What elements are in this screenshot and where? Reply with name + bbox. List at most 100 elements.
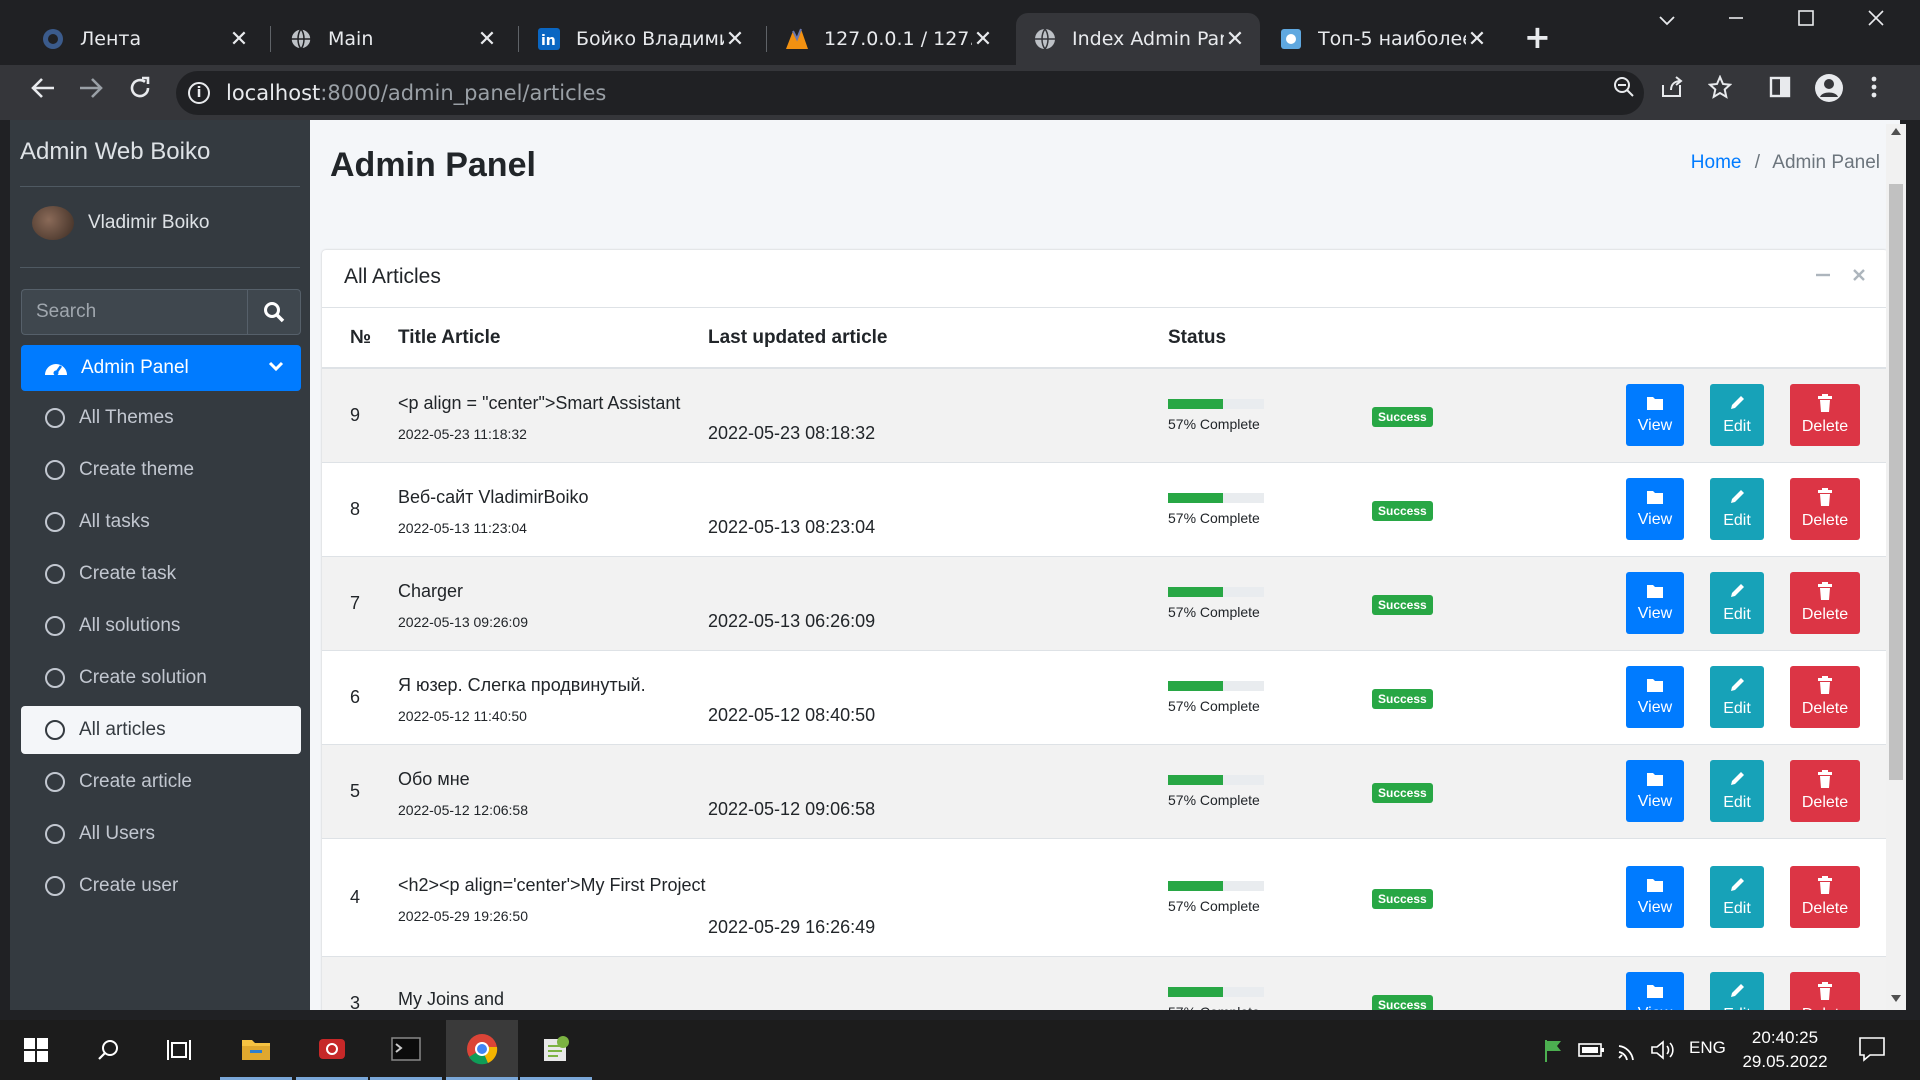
search-input[interactable] [21,289,247,335]
sidebar-item-admin-panel[interactable]: Admin Panel [21,345,301,391]
scrollbar-thumb[interactable] [1889,184,1903,780]
view-button[interactable]: View [1626,384,1684,447]
breadcrumb-home-link[interactable]: Home [1691,152,1742,173]
edit-button[interactable]: Edit [1710,666,1764,728]
remove-button[interactable] [1850,264,1868,289]
edit-button[interactable]: Edit [1710,760,1764,822]
address-bar[interactable]: i localhost:8000/admin_panel/articles [176,71,1644,115]
zoom-icon[interactable] [1612,75,1636,105]
profile-icon[interactable] [1814,73,1844,109]
tab-search-icon[interactable] [1658,10,1676,35]
share-icon[interactable] [1660,75,1684,105]
delete-button[interactable]: Delete [1790,384,1860,447]
view-button[interactable]: View [1626,972,1684,1010]
tab-top5[interactable]: Топ-5 наиболее п ✕ [1262,13,1502,65]
edit-button[interactable]: Edit [1710,478,1764,540]
view-button[interactable]: View [1626,760,1684,822]
sidebar-item-create-task[interactable]: Create task [21,550,301,598]
delete-button[interactable]: Delete [1790,572,1860,634]
article-title: My Joins and [398,988,505,1009]
linkedin-icon: in [536,26,562,52]
notifications-icon[interactable] [1858,1036,1886,1066]
more-menu-icon[interactable] [1868,75,1880,105]
view-button[interactable]: View [1626,666,1684,728]
delete-button[interactable]: Delete [1790,666,1860,728]
minimize-button[interactable] [1727,8,1745,34]
card-title: All Articles [344,265,441,288]
file-explorer-icon[interactable] [220,1020,292,1080]
notepad-plus-icon[interactable] [520,1020,592,1080]
info-icon[interactable]: i [188,82,210,104]
delete-button[interactable]: Delete [1790,760,1860,822]
view-button[interactable]: View [1626,866,1684,928]
new-tab-button[interactable]: + [1524,21,1551,53]
sidebar-item-all-solutions[interactable]: All solutions [21,602,301,650]
close-icon[interactable]: ✕ [724,27,746,52]
collapse-button[interactable] [1814,264,1832,289]
close-icon[interactable]: ✕ [1224,27,1246,52]
flag-icon[interactable] [1542,1038,1566,1066]
terminal-icon[interactable] [370,1020,442,1080]
close-icon[interactable]: ✕ [228,27,250,52]
delete-button[interactable]: Delete [1790,478,1860,540]
edit-button[interactable]: Edit [1710,572,1764,634]
edit-button[interactable]: Edit [1710,384,1764,447]
window-close-button[interactable] [1866,8,1886,34]
tab-phpmyadmin[interactable]: 127.0.0.1 / 127.0.0. ✕ [768,13,1008,65]
scroll-down-arrow[interactable] [1891,995,1901,1002]
sidebar-item-create-theme[interactable]: Create theme [21,446,301,494]
scroll-up-arrow[interactable] [1891,128,1901,135]
back-button[interactable] [30,75,56,109]
articles-card: All Articles № Title Article Last update… [322,250,1888,1010]
page-viewport: Admin Web Boiko Vladimir Boiko Admin Pan… [10,120,1900,1010]
chrome-icon[interactable] [446,1020,518,1080]
side-panel-icon[interactable] [1768,75,1792,105]
delete-button[interactable]: Delete [1790,972,1860,1010]
status-badge: Success [1372,688,1433,709]
user-panel[interactable]: Vladimir Boiko [32,206,209,240]
sidebar-item-all-articles[interactable]: All articles [21,706,301,754]
status-badge: Success [1372,594,1433,615]
circle-icon [45,564,65,584]
task-view-icon[interactable] [144,1020,216,1080]
brand-link[interactable]: Admin Web Boiko [20,138,210,166]
trash-icon [1817,982,1833,1001]
screen-recorder-icon[interactable] [296,1020,368,1080]
system-clock[interactable]: 20:40:25 29.05.2022 [1735,1026,1835,1074]
edit-button[interactable]: Edit [1710,972,1764,1010]
battery-icon[interactable] [1578,1040,1606,1064]
search-icon[interactable] [72,1020,144,1080]
windows-start-button[interactable] [0,1020,72,1080]
edit-button[interactable]: Edit [1710,866,1764,928]
close-icon[interactable]: ✕ [476,27,498,52]
view-button[interactable]: View [1626,478,1684,540]
sidebar-item-create-user[interactable]: Create user [21,862,301,910]
volume-icon[interactable] [1650,1038,1676,1066]
table-row: 7 Charger 2022-05-13 09:26:09 2022-05-13 06… [322,556,1888,650]
breadcrumb-separator: / [1754,152,1761,173]
user-name[interactable]: Vladimir Boiko [88,212,209,234]
view-button[interactable]: View [1626,572,1684,634]
bookmark-star-icon[interactable] [1707,74,1733,105]
sidebar-item-all-tasks[interactable]: All tasks [21,498,301,546]
tab-index-admin-panel[interactable]: Index Admin Panel ✕ [1016,13,1260,65]
sidebar-item-create-article[interactable]: Create article [21,758,301,806]
maximize-button[interactable] [1797,8,1815,34]
view-label: View [1637,511,1673,528]
tab-lenta[interactable]: Лента ✕ [24,13,264,65]
reload-button[interactable] [127,75,153,109]
sidebar-item-all-themes[interactable]: All Themes [21,394,301,442]
delete-button[interactable]: Delete [1790,866,1860,928]
sidebar-item-create-solution[interactable]: Create solution [21,654,301,702]
close-icon[interactable]: ✕ [972,27,994,52]
language-indicator[interactable]: ENG [1689,1038,1726,1058]
close-icon[interactable]: ✕ [1466,27,1488,52]
search-button[interactable] [247,289,301,335]
forward-button[interactable] [78,75,104,109]
tab-linkedin[interactable]: in Бойко Владимир | ✕ [520,13,760,65]
sidebar-item-label: Create solution [79,667,207,688]
page-scrollbar[interactable] [1886,124,1906,1010]
wifi-icon[interactable] [1616,1038,1642,1066]
tab-main[interactable]: Main ✕ [272,13,512,65]
sidebar-item-all-users[interactable]: All Users [21,810,301,858]
